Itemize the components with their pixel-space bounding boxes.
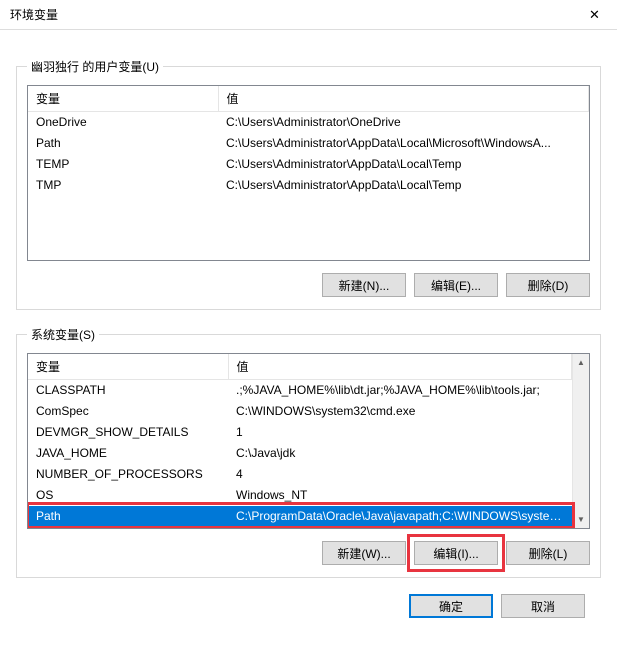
dialog-button-row: 确定 取消: [16, 578, 601, 618]
table-row[interactable]: JAVA_HOMEC:\Java\jdk: [28, 443, 572, 464]
col-header-name[interactable]: 变量: [28, 86, 218, 112]
cell-value: C:\Java\jdk: [228, 443, 572, 464]
user-variables-table-wrap: 变量 值 OneDriveC:\Users\Administrator\OneD…: [27, 85, 590, 261]
table-row[interactable]: TMPC:\Users\Administrator\AppData\Local\…: [28, 175, 589, 196]
scrollbar-vertical[interactable]: ▲ ▼: [572, 354, 589, 528]
user-new-button[interactable]: 新建(N)...: [322, 273, 406, 297]
cell-name: TEMP: [28, 154, 218, 175]
table-row[interactable]: PathC:\Users\Administrator\AppData\Local…: [28, 133, 589, 154]
table-row[interactable]: ComSpecC:\WINDOWS\system32\cmd.exe: [28, 401, 572, 422]
cell-name: Path: [28, 506, 228, 527]
table-row[interactable]: PathC:\ProgramData\Oracle\Java\javapath;…: [28, 506, 572, 527]
cell-name: OneDrive: [28, 112, 218, 133]
table-row[interactable]: CLASSPATH.;%JAVA_HOME%\lib\dt.jar;%JAVA_…: [28, 380, 572, 401]
cell-value: 1: [228, 422, 572, 443]
table-row[interactable]: OneDriveC:\Users\Administrator\OneDrive: [28, 112, 589, 133]
cell-name: DEVMGR_SHOW_DETAILS: [28, 422, 228, 443]
system-variables-legend: 系统变量(S): [27, 326, 99, 343]
col-header-value[interactable]: 值: [218, 86, 589, 112]
cell-value: .;%JAVA_HOME%\lib\dt.jar;%JAVA_HOME%\lib…: [228, 380, 572, 401]
cell-value: C:\Users\Administrator\AppData\Local\Tem…: [218, 175, 589, 196]
user-button-row: 新建(N)... 编辑(E)... 删除(D): [27, 273, 590, 297]
cell-value: C:\Users\Administrator\AppData\Local\Mic…: [218, 133, 589, 154]
window-title: 环境变量: [10, 6, 58, 23]
system-delete-button[interactable]: 删除(L): [506, 541, 590, 565]
user-variables-legend: 幽羽独行 的用户变量(U): [27, 58, 163, 75]
cell-value: 4: [228, 464, 572, 485]
ok-button[interactable]: 确定: [409, 594, 493, 618]
table-row[interactable]: TEMPC:\Users\Administrator\AppData\Local…: [28, 154, 589, 175]
col-header-value[interactable]: 值: [228, 354, 572, 380]
cell-name: NUMBER_OF_PROCESSORS: [28, 464, 228, 485]
col-header-name[interactable]: 变量: [28, 354, 228, 380]
table-row[interactable]: NUMBER_OF_PROCESSORS4: [28, 464, 572, 485]
table-header-row: 变量 值: [28, 86, 589, 112]
cancel-button[interactable]: 取消: [501, 594, 585, 618]
system-button-row: 新建(W)... 编辑(I)... 删除(L): [27, 541, 590, 565]
cell-name: TMP: [28, 175, 218, 196]
system-variables-group: 系统变量(S) 变量 值 CLASSPATH.;%JAVA_HOME%\lib\…: [16, 326, 601, 578]
system-variables-table[interactable]: 变量 值 CLASSPATH.;%JAVA_HOME%\lib\dt.jar;%…: [28, 354, 572, 527]
cell-name: ComSpec: [28, 401, 228, 422]
user-edit-button[interactable]: 编辑(E)...: [414, 273, 498, 297]
user-variables-group: 幽羽独行 的用户变量(U) 变量 值 OneDriveC:\Users\Admi…: [16, 58, 601, 310]
cell-value: C:\Users\Administrator\AppData\Local\Tem…: [218, 154, 589, 175]
cell-value: C:\WINDOWS\system32\cmd.exe: [228, 401, 572, 422]
user-delete-button[interactable]: 删除(D): [506, 273, 590, 297]
cell-value: C:\ProgramData\Oracle\Java\javapath;C:\W…: [228, 506, 572, 527]
cell-name: Path: [28, 133, 218, 154]
cell-value: Windows_NT: [228, 485, 572, 506]
scroll-up-arrow-icon[interactable]: ▲: [573, 354, 589, 371]
cell-name: OS: [28, 485, 228, 506]
table-row[interactable]: DEVMGR_SHOW_DETAILS1: [28, 422, 572, 443]
close-icon: ✕: [589, 7, 600, 23]
table-row[interactable]: OSWindows_NT: [28, 485, 572, 506]
user-variables-table[interactable]: 变量 值 OneDriveC:\Users\Administrator\OneD…: [28, 86, 589, 196]
table-header-row: 变量 值: [28, 354, 572, 380]
dialog-content: 幽羽独行 的用户变量(U) 变量 值 OneDriveC:\Users\Admi…: [0, 30, 617, 634]
scroll-down-arrow-icon[interactable]: ▼: [573, 511, 589, 528]
cell-value: C:\Users\Administrator\OneDrive: [218, 112, 589, 133]
close-button[interactable]: ✕: [572, 0, 617, 29]
system-new-button[interactable]: 新建(W)...: [322, 541, 406, 565]
system-edit-button[interactable]: 编辑(I)...: [414, 541, 498, 565]
system-variables-table-wrap: 变量 值 CLASSPATH.;%JAVA_HOME%\lib\dt.jar;%…: [27, 353, 590, 529]
cell-name: CLASSPATH: [28, 380, 228, 401]
titlebar: 环境变量 ✕: [0, 0, 617, 30]
cell-name: JAVA_HOME: [28, 443, 228, 464]
